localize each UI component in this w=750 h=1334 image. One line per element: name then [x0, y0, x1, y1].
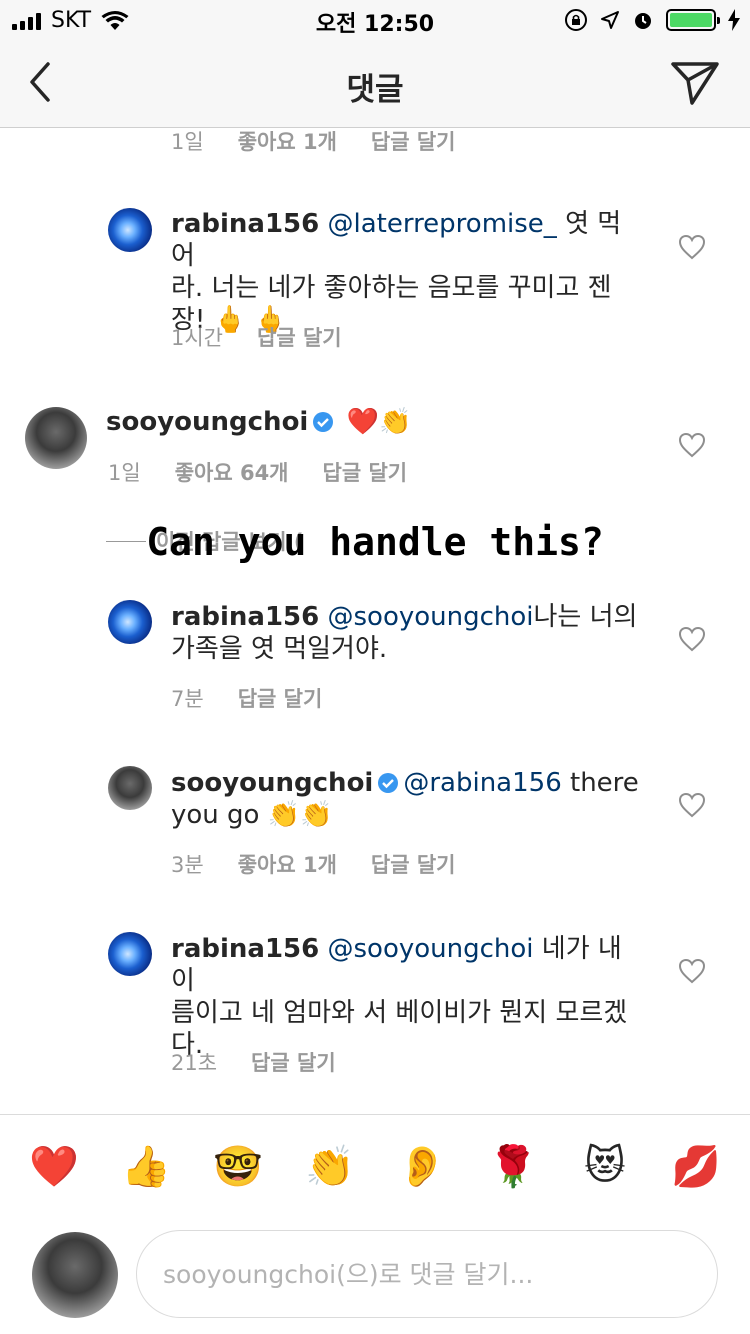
- avatar[interactable]: [108, 600, 152, 644]
- comment-time: 1일: [108, 461, 141, 485]
- comment-text: sooyoungchoi ❤️👏: [106, 406, 646, 438]
- comment-text-part: 라. 너는 네가 좋아하는 음모를 꾸미고 젠: [171, 273, 612, 303]
- comment-username[interactable]: sooyoungchoi: [106, 407, 308, 437]
- emoji-ear-button[interactable]: 👂: [397, 1143, 447, 1190]
- charging-icon: [728, 9, 740, 31]
- comment-time: 3분: [171, 853, 204, 877]
- comment-meta: 3분 좋아요 1개 답글 달기: [171, 849, 455, 879]
- reply-button[interactable]: 답글 달기: [323, 457, 408, 487]
- comment-meta: 1시간 답글 달기: [171, 322, 342, 352]
- comment-text-part: 나는 너의: [533, 602, 638, 632]
- comment-meta: 1일 좋아요 64개 답글 달기: [108, 457, 407, 487]
- emoji-clap-button[interactable]: 👏: [305, 1143, 355, 1190]
- reply-button[interactable]: 답글 달기: [371, 849, 456, 879]
- comment-text: rabina156 @sooyoungchoi나는 너의 가족을 엿 먹일거야.: [171, 601, 641, 665]
- comment-time: 7분: [171, 687, 204, 711]
- like-heart-icon[interactable]: [678, 792, 706, 818]
- comment-mention[interactable]: @laterrepromise_: [327, 209, 556, 239]
- comment-username[interactable]: rabina156: [171, 209, 319, 239]
- like-heart-icon[interactable]: [678, 626, 706, 652]
- comment-text-part: there: [561, 768, 639, 798]
- comment-input[interactable]: [136, 1230, 718, 1318]
- comment-mention[interactable]: @sooyoungchoi: [327, 602, 533, 632]
- comment-text-part: ❤️👏: [346, 407, 412, 437]
- comment-text: rabina156 @laterrepromise_ 엿 먹어 라. 너는 네가…: [171, 208, 641, 336]
- orientation-lock-icon: [565, 9, 587, 31]
- emoji-rose-button[interactable]: 🌹: [488, 1143, 538, 1190]
- emoji-kiss-button[interactable]: 💋: [671, 1143, 721, 1190]
- comment-text: sooyoungchoi @rabina156 there you go 👏👏: [171, 767, 641, 831]
- comment-text-part: 가족을 엿 먹일거야.: [171, 634, 388, 664]
- status-bar: SKT 오전 12:50: [0, 0, 750, 40]
- avatar[interactable]: [108, 208, 152, 252]
- comment-meta: 1일 좋아요 1개 답글 달기: [171, 126, 455, 156]
- comment-username[interactable]: rabina156: [171, 934, 319, 964]
- avatar[interactable]: [25, 407, 87, 469]
- comment-input-bar: [0, 1218, 750, 1334]
- emoji-heart-eyes-cat-button[interactable]: 😻: [580, 1143, 630, 1189]
- comment-likes[interactable]: 좋아요 1개: [238, 126, 337, 156]
- battery-icon: [666, 9, 720, 31]
- comment-meta: 7분 답글 달기: [171, 683, 322, 713]
- emoji-heart-button[interactable]: ❤️: [29, 1143, 79, 1190]
- comment-username[interactable]: sooyoungchoi: [171, 768, 373, 798]
- status-right: [564, 8, 740, 32]
- comment-time: 21초: [171, 1051, 218, 1075]
- comment-likes[interactable]: 좋아요 64개: [175, 457, 289, 487]
- emoji-thumbs-up-button[interactable]: 👍: [121, 1143, 171, 1190]
- verified-badge-icon: [378, 773, 399, 793]
- comment-time: 1일: [171, 130, 204, 154]
- verified-badge-icon: [313, 412, 334, 432]
- comment-likes[interactable]: 좋아요 1개: [238, 849, 337, 879]
- reply-button[interactable]: 답글 달기: [238, 683, 323, 713]
- like-heart-icon[interactable]: [678, 234, 706, 260]
- comment-text: rabina156 @sooyoungchoi 네가 내 이 름이고 네 엄마와…: [171, 933, 651, 1061]
- direct-send-button[interactable]: [670, 60, 720, 106]
- comment-text-part: 름이고 네 엄마와 서 베이비가 뭔지 모르겠: [171, 998, 628, 1028]
- like-heart-icon[interactable]: [678, 432, 706, 458]
- comment-time: 1시간: [171, 326, 224, 350]
- comment-text-part: you go 👏👏: [171, 800, 333, 830]
- comment-meta: 21초 답글 달기: [171, 1047, 336, 1077]
- like-heart-icon[interactable]: [678, 958, 706, 984]
- overlay-caption: Can you handle this?: [146, 520, 604, 564]
- reply-button[interactable]: 답글 달기: [371, 126, 456, 156]
- reply-button[interactable]: 답글 달기: [251, 1047, 336, 1077]
- comment-username[interactable]: rabina156: [171, 602, 319, 632]
- alarm-icon: [635, 13, 651, 29]
- nav-bar: 댓글: [0, 40, 750, 128]
- location-icon: [601, 11, 619, 29]
- page-title: 댓글: [346, 72, 404, 108]
- avatar[interactable]: [108, 932, 152, 976]
- reply-button[interactable]: 답글 달기: [257, 322, 342, 352]
- current-user-avatar: [32, 1232, 118, 1318]
- comment-mention[interactable]: @rabina156: [403, 768, 561, 798]
- emoji-nerd-button[interactable]: 🤓: [213, 1143, 263, 1190]
- avatar[interactable]: [108, 766, 152, 810]
- comment-mention[interactable]: @sooyoungchoi: [327, 934, 533, 964]
- emoji-quick-bar: ❤️ 👍 🤓 👏 👂 🌹 😻 💋: [0, 1114, 750, 1218]
- battery-level: [670, 13, 712, 27]
